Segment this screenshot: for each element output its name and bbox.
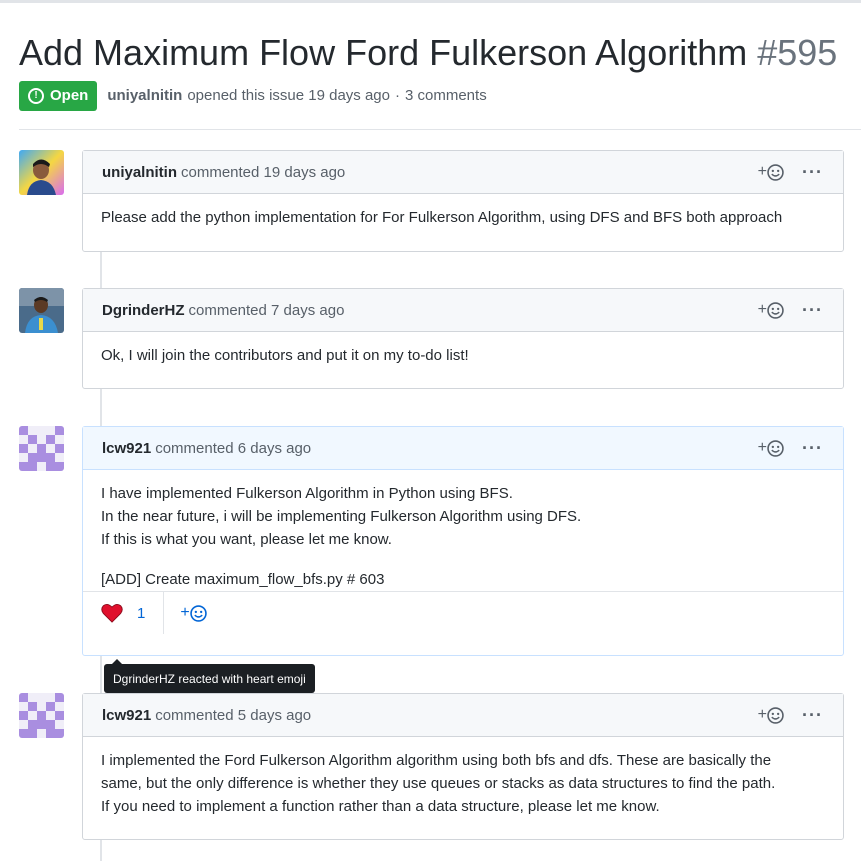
comment-author[interactable]: lcw921 — [102, 440, 151, 457]
add-reaction-button[interactable]: + — [758, 163, 784, 181]
header-divider — [19, 129, 861, 130]
smiley-icon — [767, 301, 784, 319]
issue-opened-text: opened this issue 19 days ago — [187, 87, 390, 104]
comment-card: lcw921 commented 6 days ago + ··· I have… — [82, 426, 844, 656]
comment-actions: + ··· — [758, 427, 823, 469]
top-border — [0, 0, 861, 3]
more-options-button[interactable]: ··· — [802, 301, 823, 319]
comment-header: lcw921 commented 6 days ago + ··· — [83, 427, 843, 470]
comment-body: I implemented the Ford Fulkerson Algorit… — [83, 737, 843, 830]
state-label: Open — [50, 87, 89, 104]
heart-icon — [101, 603, 123, 623]
plus-label: + — [757, 301, 768, 318]
smiley-icon — [767, 163, 784, 181]
comment-author[interactable]: lcw921 — [102, 707, 151, 724]
avatar-lcw921[interactable] — [19, 426, 64, 471]
comment-text: Please add the python implementation for… — [101, 209, 783, 226]
comment-time[interactable]: commented 5 days ago — [155, 707, 311, 724]
issue-title-row: Add Maximum Flow Ford Fulkerson Algorith… — [19, 30, 837, 76]
timeline-connector — [100, 252, 102, 288]
issue-meta: ! Open uniyalnitin opened this issue 19 … — [19, 80, 487, 111]
comment-author[interactable]: uniyalnitin — [102, 164, 177, 181]
smiley-icon — [189, 604, 207, 622]
more-options-button[interactable]: ··· — [802, 706, 823, 724]
add-reaction-button[interactable]: + — [180, 604, 207, 622]
timeline-connector — [100, 389, 102, 426]
smiley-icon — [767, 439, 784, 457]
comment-actions: + ··· — [758, 151, 823, 193]
issue-number: #595 — [757, 32, 838, 73]
issue-title: Add Maximum Flow Ford Fulkerson Algorith… — [19, 32, 748, 73]
issue-author-link[interactable]: uniyalnitin — [107, 87, 182, 104]
avatar-dgrinderhz[interactable] — [19, 288, 64, 333]
comments-count: 3 comments — [405, 87, 487, 104]
comment-actions: + ··· — [758, 694, 823, 736]
more-options-button[interactable]: ··· — [802, 439, 823, 457]
comment-header: DgrinderHZ commented 7 days ago + ··· — [83, 289, 843, 332]
comment-actions: + ··· — [758, 289, 823, 331]
plus-label: + — [757, 439, 768, 456]
issue-opened-icon: ! — [28, 87, 44, 104]
smiley-icon — [767, 706, 784, 724]
reaction-tooltip: DgrinderHZ reacted with heart emoji — [104, 659, 315, 693]
comment-text: If this is what you want, please let me … — [101, 531, 392, 548]
comment-text: same, but the only difference is whether… — [101, 775, 776, 792]
comment-card: uniyalnitin commented 19 days ago + ··· … — [82, 150, 844, 252]
comment-time[interactable]: commented 7 days ago — [189, 302, 345, 319]
comment-author[interactable]: DgrinderHZ — [102, 302, 185, 319]
timeline-connector — [100, 656, 102, 693]
comment-text: If you need to implement a function rath… — [101, 798, 660, 815]
avatar-lcw921[interactable] — [19, 693, 64, 738]
comment-text: Ok, I will join the contributors and put… — [101, 347, 469, 364]
comment-header: uniyalnitin commented 19 days ago + ··· — [83, 151, 843, 194]
reactions-bar: 1 + — [83, 591, 843, 634]
comment-body: Please add the python implementation for… — [83, 194, 843, 241]
more-options-button[interactable]: ··· — [802, 163, 823, 181]
comment-text: I have implemented Fulkerson Algorithm i… — [101, 485, 513, 502]
plus-label: + — [180, 604, 190, 621]
add-reaction-button[interactable]: + — [758, 706, 784, 724]
comment-text: I implemented the Ford Fulkerson Algorit… — [101, 752, 772, 769]
comment-text: [ADD] Create maximum_flow_bfs.py # 603 — [101, 571, 385, 588]
state-badge: ! Open — [19, 80, 98, 111]
avatar-uniyalnitin[interactable] — [19, 150, 64, 195]
comment-time[interactable]: commented 6 days ago — [155, 440, 311, 457]
plus-label: + — [757, 706, 768, 723]
timeline-connector — [100, 840, 102, 861]
meta-separator: · — [395, 87, 400, 104]
comment-card: DgrinderHZ commented 7 days ago + ··· Ok… — [82, 288, 844, 389]
plus-label: + — [757, 163, 768, 180]
heart-reaction-button[interactable]: 1 — [83, 592, 165, 634]
comment-time[interactable]: commented 19 days ago — [181, 164, 345, 181]
comment-header: lcw921 commented 5 days ago + ··· — [83, 694, 843, 737]
comment-text: In the near future, i will be implementi… — [101, 508, 582, 525]
add-reaction-button[interactable]: + — [758, 439, 784, 457]
add-reaction-button[interactable]: + — [758, 301, 784, 319]
heart-reaction-count: 1 — [137, 604, 146, 622]
comment-body: Ok, I will join the contributors and put… — [83, 332, 843, 379]
comment-card: lcw921 commented 5 days ago + ··· I impl… — [82, 693, 844, 840]
comment-body: I have implemented Fulkerson Algorithm i… — [83, 470, 843, 591]
